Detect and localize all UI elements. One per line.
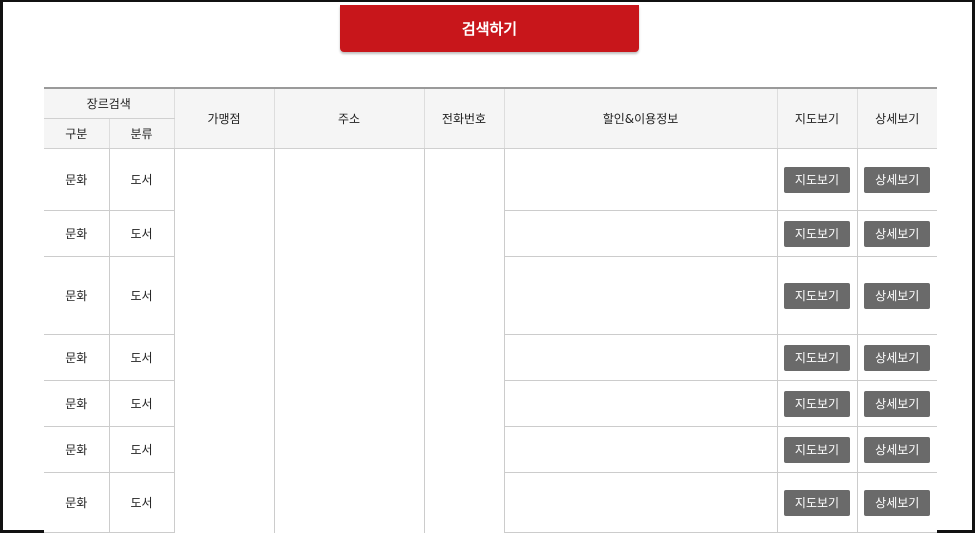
classification-cell: 도서	[108, 148, 175, 211]
map-cell: 지도보기	[776, 256, 858, 335]
category-cell: 문화	[44, 334, 109, 381]
classification-header: 분류	[108, 118, 175, 149]
detail-cell: 상세보기	[856, 334, 938, 381]
detail-view-button[interactable]: 상세보기	[864, 220, 931, 247]
classification-cell: 도서	[108, 256, 175, 335]
map-cell: 지도보기	[776, 472, 858, 533]
classification-cell: 도서	[108, 426, 175, 473]
map-view-button[interactable]: 지도보기	[784, 390, 851, 417]
map-view-button[interactable]: 지도보기	[784, 220, 851, 247]
category-cell: 문화	[44, 256, 109, 335]
map-view-button[interactable]: 지도보기	[784, 344, 851, 371]
category-cell: 문화	[44, 426, 109, 473]
table-row: 문화 도서 지도보기 상세보기	[44, 148, 938, 533]
detail-view-button[interactable]: 상세보기	[864, 390, 931, 417]
category-cell: 문화	[44, 472, 109, 533]
phone-header: 전화번호	[423, 87, 505, 149]
results-table: 장르검색 가맹점 주소 전화번호 할인&이용정보 지도보기 상세보기 구분 분류…	[44, 87, 938, 533]
detail-view-button[interactable]: 상세보기	[864, 166, 931, 193]
map-cell: 지도보기	[776, 426, 858, 473]
discount-info-cell	[503, 148, 778, 211]
discount-info-cell	[503, 472, 778, 533]
discount-info-cell	[503, 256, 778, 335]
detail-view-button[interactable]: 상세보기	[864, 489, 931, 516]
search-button[interactable]: 검색하기	[340, 5, 639, 52]
map-cell: 지도보기	[776, 380, 858, 427]
detail-cell: 상세보기	[856, 148, 938, 211]
table-header-row: 장르검색 가맹점 주소 전화번호 할인&이용정보 지도보기 상세보기	[44, 87, 938, 149]
discount-info-header: 할인&이용정보	[503, 87, 778, 149]
detail-view-button[interactable]: 상세보기	[864, 436, 931, 463]
map-view-button[interactable]: 지도보기	[784, 282, 851, 309]
category-header: 구분	[44, 118, 109, 149]
classification-cell: 도서	[108, 334, 175, 381]
category-cell: 문화	[44, 380, 109, 427]
detail-cell: 상세보기	[856, 210, 938, 257]
detail-cell: 상세보기	[856, 380, 938, 427]
phone-cell	[423, 148, 505, 533]
detail-cell: 상세보기	[856, 426, 938, 473]
classification-cell: 도서	[108, 380, 175, 427]
discount-info-cell	[503, 426, 778, 473]
detail-view-header: 상세보기	[856, 87, 938, 149]
classification-cell: 도서	[108, 472, 175, 533]
address-cell	[273, 148, 425, 533]
map-cell: 지도보기	[776, 148, 858, 211]
map-cell: 지도보기	[776, 210, 858, 257]
map-view-button[interactable]: 지도보기	[784, 166, 851, 193]
discount-info-cell	[503, 210, 778, 257]
category-cell: 문화	[44, 148, 109, 211]
page-frame: 검색하기 장르검색 가맹점 주소 전화번호 할인&이용정보 지도보기 상세보기 …	[0, 0, 975, 533]
classification-cell: 도서	[108, 210, 175, 257]
map-view-header: 지도보기	[776, 87, 858, 149]
map-cell: 지도보기	[776, 334, 858, 381]
discount-info-cell	[503, 380, 778, 427]
detail-view-button[interactable]: 상세보기	[864, 282, 931, 309]
address-header: 주소	[273, 87, 425, 149]
genre-search-header: 장르검색	[44, 87, 175, 119]
category-cell: 문화	[44, 210, 109, 257]
map-view-button[interactable]: 지도보기	[784, 489, 851, 516]
map-view-button[interactable]: 지도보기	[784, 436, 851, 463]
discount-info-cell	[503, 334, 778, 381]
detail-cell: 상세보기	[856, 256, 938, 335]
detail-view-button[interactable]: 상세보기	[864, 344, 931, 371]
detail-cell: 상세보기	[856, 472, 938, 533]
store-header: 가맹점	[173, 87, 275, 149]
store-cell	[173, 148, 275, 533]
